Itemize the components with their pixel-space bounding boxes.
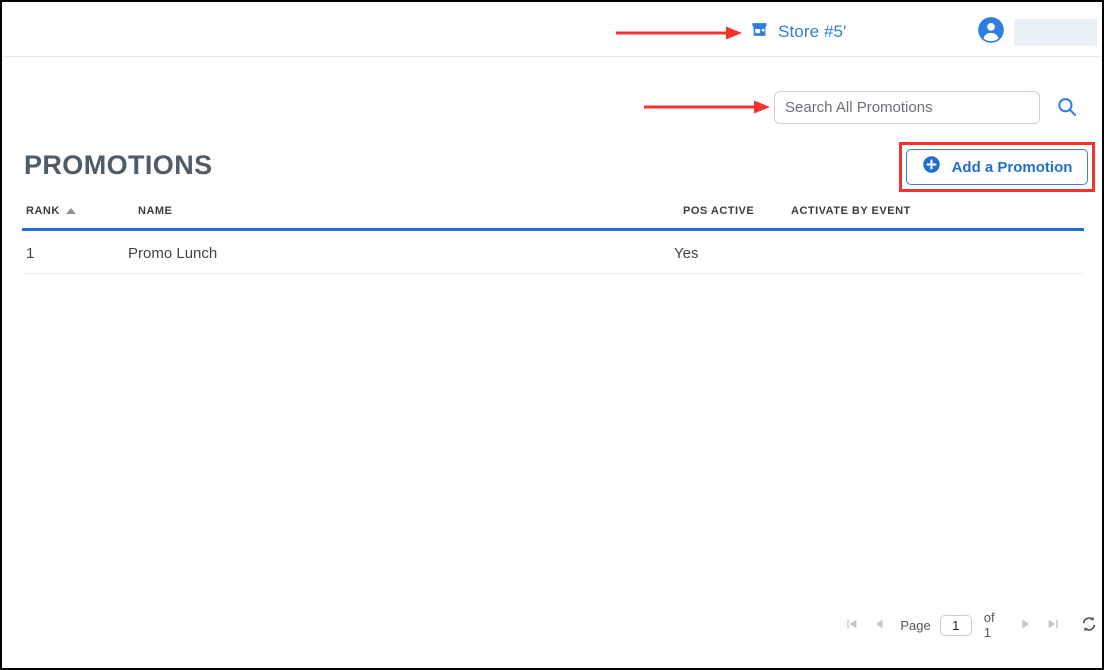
table-header-row: RANK NAME POS ACTIVE ACTIVATE BY EVENT [22,205,1084,231]
column-header-rank-label: RANK [26,205,60,217]
account-area [977,16,1097,49]
page-total-label: of 1 [983,610,995,640]
pagination-bar: Page of 1 [840,610,1102,640]
first-page-icon [845,617,859,634]
search-icon [1055,98,1079,122]
store-selector[interactable]: Store #5' [750,20,846,44]
column-header-pos-active-label: POS ACTIVE [683,205,755,217]
add-promotion-button[interactable]: Add a Promotion [906,149,1088,185]
store-icon [750,20,769,44]
last-page-button[interactable] [1041,612,1065,638]
cell-rank: 1 [26,245,35,262]
table-row[interactable]: 1 Promo Lunch Yes [22,231,1084,274]
next-page-icon [1019,617,1033,634]
refresh-icon [1080,615,1098,636]
annotation-arrow-search [644,98,772,121]
cell-name: Promo Lunch [128,245,218,262]
search-field-wrapper[interactable] [774,91,1040,124]
column-header-pos-active[interactable]: POS ACTIVE [683,205,754,217]
account-name-redacted [1014,19,1097,46]
store-label: Store #5' [778,22,847,41]
search-button[interactable] [1054,95,1080,121]
page-title: PROMOTIONS [24,150,213,180]
column-header-name-label: NAME [138,205,173,217]
add-promotion-label: Add a Promotion [951,158,1073,176]
last-page-icon [1046,617,1060,634]
page-label: Page [900,617,931,633]
column-header-activate-by-event[interactable]: ACTIVATE BY EVENT [791,205,911,217]
next-page-button[interactable] [1014,612,1038,638]
top-bar: Store #5' [2,2,1102,57]
plus-circle-icon [922,155,941,179]
previous-page-button[interactable] [867,612,891,638]
refresh-button[interactable] [1076,612,1102,638]
column-header-name[interactable]: NAME [138,205,172,217]
previous-page-icon [872,617,886,634]
first-page-button[interactable] [840,612,864,638]
search-input[interactable] [775,92,1039,123]
promotions-table: RANK NAME POS ACTIVE ACTIVATE BY EVENT 1… [22,205,1084,274]
column-header-rank[interactable]: RANK [26,205,76,217]
sort-ascending-icon [65,208,76,214]
page-number-input[interactable] [939,614,972,636]
avatar[interactable] [977,16,1005,49]
app-window: Store #5' PROMOTIONS [0,0,1104,670]
cell-pos-active: Yes [674,245,699,262]
column-header-activate-by-event-label: ACTIVATE BY EVENT [791,205,911,217]
